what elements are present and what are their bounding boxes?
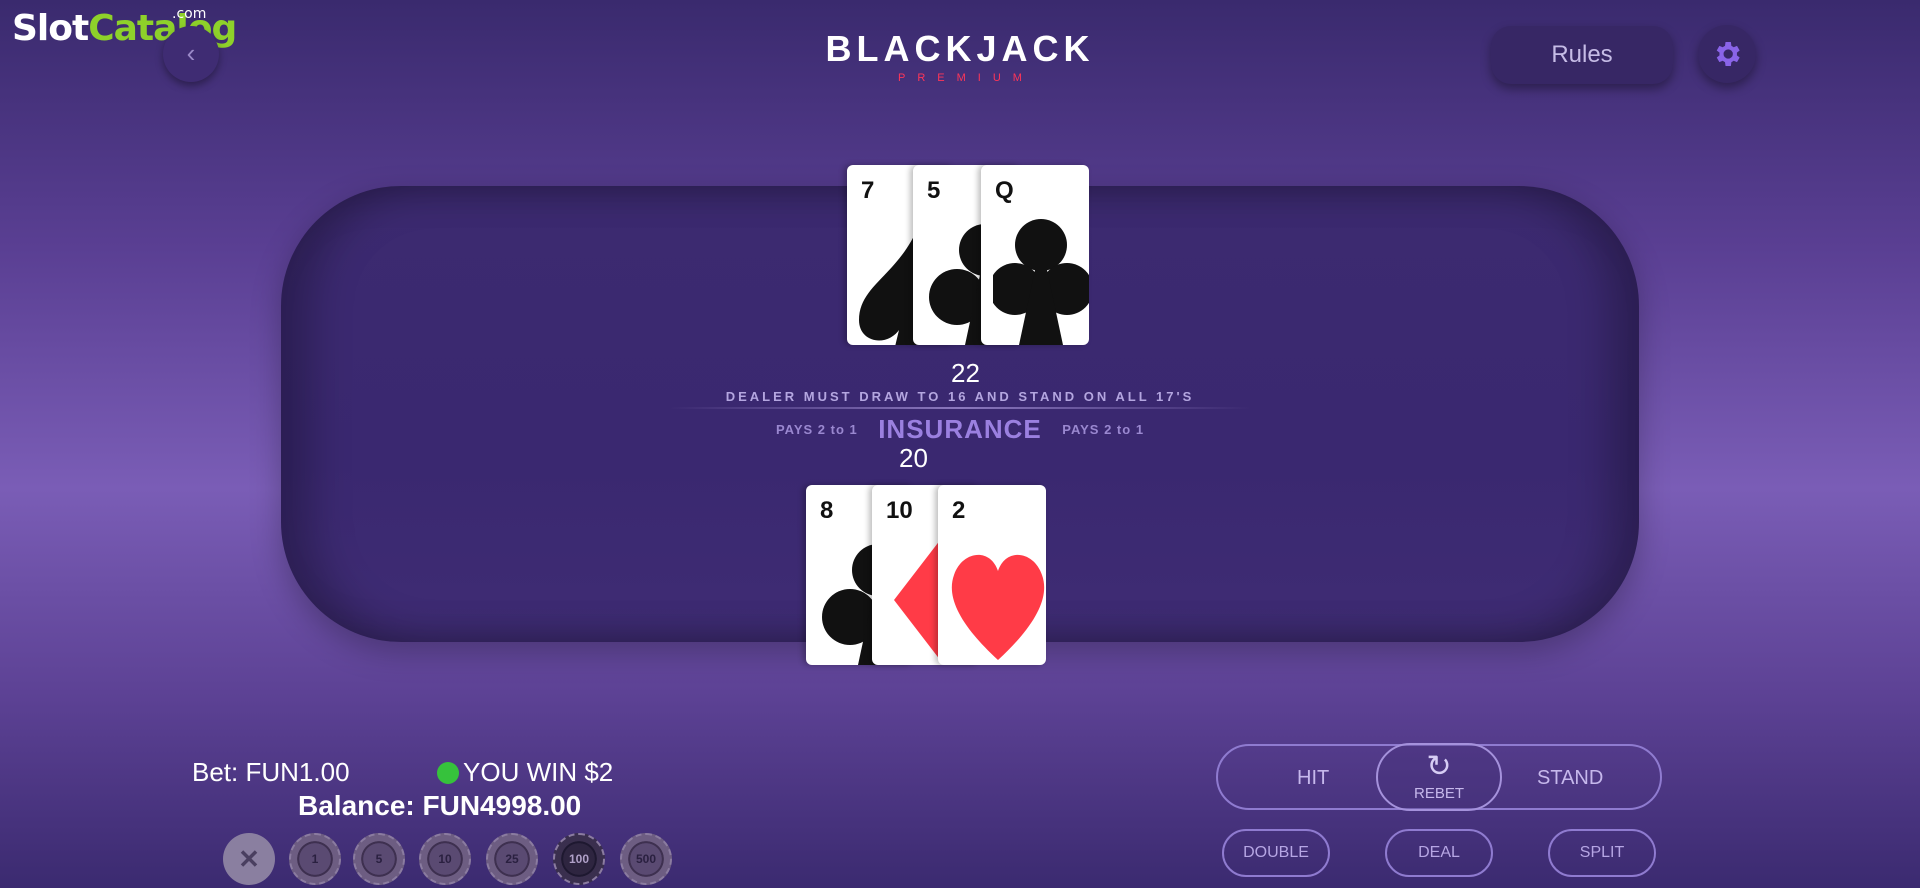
- stand-button[interactable]: STAND: [1537, 767, 1603, 790]
- dealer-card: Q: [981, 165, 1089, 345]
- refresh-icon: ↻: [1426, 750, 1452, 783]
- insurance-line: PAYS 2 to 1 INSURANCE PAYS 2 to 1: [0, 414, 1920, 445]
- insurance-label: INSURANCE: [878, 414, 1042, 444]
- double-button[interactable]: DOUBLE: [1222, 829, 1330, 877]
- win-indicator-icon: [437, 762, 459, 784]
- heart-icon: [951, 554, 1045, 660]
- club-icon: [993, 219, 1089, 345]
- balance-value: FUN4998.00: [422, 790, 582, 821]
- chip-500[interactable]: 500: [620, 833, 672, 885]
- gear-icon: [1716, 42, 1740, 66]
- chip-25[interactable]: 25: [486, 833, 538, 885]
- balance-display: Balance: FUN4998.00: [298, 790, 582, 821]
- win-message: YOU WIN $2: [437, 757, 613, 788]
- rebet-button[interactable]: ↻ REBET: [1376, 743, 1502, 811]
- deal-button[interactable]: DEAL: [1385, 829, 1493, 877]
- hit-button[interactable]: HIT: [1297, 767, 1329, 790]
- settings-button[interactable]: [1698, 25, 1756, 83]
- insurance-pays-right: PAYS 2 to 1: [1062, 422, 1145, 437]
- rules-button[interactable]: Rules: [1491, 26, 1673, 84]
- dealer-score: 22: [951, 358, 980, 388]
- player-card: 2: [938, 485, 1046, 665]
- chip-100[interactable]: 100: [553, 833, 605, 885]
- chip-10[interactable]: 10: [419, 833, 471, 885]
- chip-5[interactable]: 5: [353, 833, 405, 885]
- chip-1[interactable]: 1: [289, 833, 341, 885]
- player-score: 20: [899, 443, 928, 473]
- table-divider: [670, 407, 1250, 409]
- dealer-rule-text: DEALER MUST DRAW TO 16 AND STAND ON ALL …: [725, 389, 1195, 404]
- bet-display: Bet: FUN1.00: [192, 757, 350, 787]
- insurance-pays-left: PAYS 2 to 1: [775, 422, 858, 437]
- bet-value: FUN1.00: [245, 757, 350, 787]
- clear-bet-chip[interactable]: ✕: [223, 833, 275, 885]
- split-button[interactable]: SPLIT: [1548, 829, 1656, 877]
